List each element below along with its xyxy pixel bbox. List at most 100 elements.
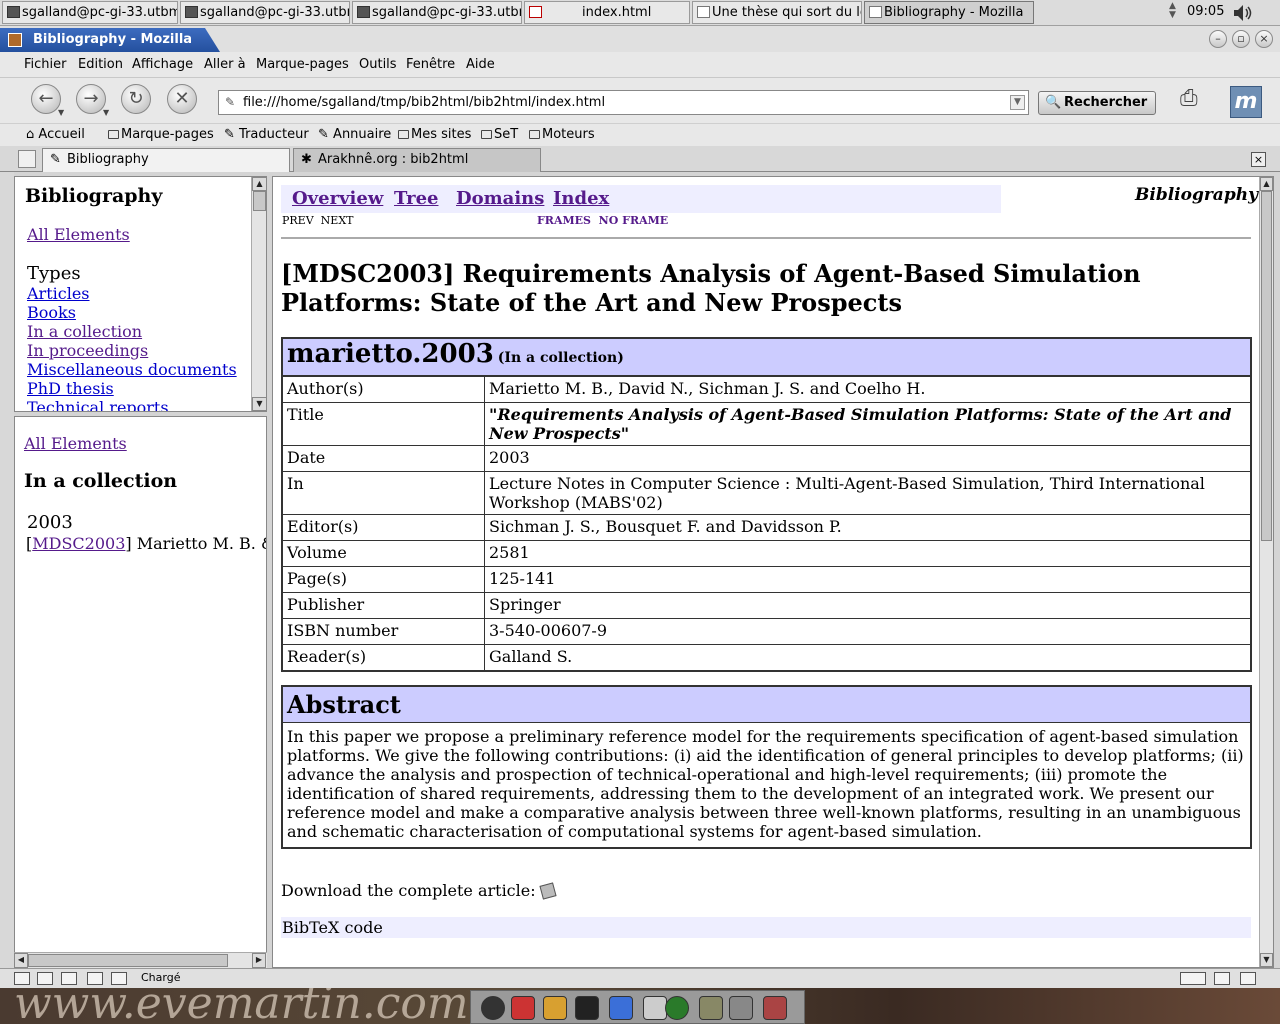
nav-tree[interactable]: Tree <box>394 188 438 209</box>
type-link-phd[interactable]: PhD thesis <box>27 379 114 398</box>
tab-arakhne[interactable]: ✱ Arakhnê.org : bib2html <box>293 148 541 172</box>
nav-domains[interactable]: Domains <box>456 188 544 209</box>
prev-next: PREV NEXT <box>282 214 354 227</box>
window-titlebar[interactable]: Bibliography - Mozilla – ▫ × <box>0 26 1280 52</box>
type-link-in-proceedings[interactable]: In proceedings <box>27 341 148 360</box>
entry-link[interactable]: MDSC2003 <box>32 534 125 553</box>
composer-icon[interactable] <box>61 972 77 985</box>
task-these[interactable]: Une thèse qui sort du lo <box>692 1 862 24</box>
content-scrollbar[interactable]: ▲ ▼ <box>1259 177 1273 967</box>
close-window-button[interactable]: × <box>1255 30 1273 48</box>
forward-dropdown-icon[interactable]: ▼ <box>103 108 112 117</box>
bookmark-set[interactable]: SeT <box>481 127 518 142</box>
type-link-books[interactable]: Books <box>27 303 76 322</box>
category-heading: In a collection <box>24 470 178 492</box>
scroll-thumb[interactable] <box>1261 191 1272 541</box>
mail-icon[interactable] <box>37 972 53 985</box>
url-text: file:///home/sgalland/tmp/bib2html/bib2h… <box>243 95 606 110</box>
globe-icon[interactable] <box>665 996 689 1020</box>
scroll-down-icon[interactable]: ▼ <box>1260 953 1273 967</box>
url-field[interactable]: ✎ file:///home/sgalland/tmp/bib2html/bib… <box>218 90 1029 115</box>
scroll-right-icon[interactable]: ▶ <box>252 953 266 968</box>
type-link-techreports[interactable]: Technical reports <box>27 398 169 411</box>
forward-button[interactable]: → <box>76 84 106 114</box>
menu-edition[interactable]: Edition <box>78 57 123 72</box>
tab-bibliography[interactable]: ✎ Bibliography <box>42 148 290 172</box>
bookmark-moteurs[interactable]: Moteurs <box>529 127 595 142</box>
bookmark-annuaire[interactable]: ✎ Annuaire <box>318 127 391 142</box>
editor-icon <box>529 6 542 18</box>
workspace-icon[interactable] <box>643 996 667 1020</box>
mozilla-throbber-icon[interactable]: m <box>1230 86 1262 118</box>
scroll-thumb[interactable] <box>28 954 228 967</box>
gnome-foot-icon[interactable] <box>481 996 505 1020</box>
scroll-up-icon[interactable]: ▲ <box>1260 177 1273 191</box>
volume-icon[interactable] <box>1232 3 1254 23</box>
new-tab-icon[interactable] <box>18 150 36 168</box>
task-index-html[interactable]: index.html <box>524 1 690 24</box>
close-tab-icon[interactable]: × <box>1251 152 1266 167</box>
popup-icon[interactable] <box>1214 972 1230 985</box>
terminal-icon[interactable] <box>575 996 599 1020</box>
all-elements-link[interactable]: All Elements <box>24 434 127 453</box>
scroll-thumb[interactable] <box>253 191 266 211</box>
type-link-articles[interactable]: Articles <box>27 284 90 303</box>
type-link-misc[interactable]: Miscellaneous documents <box>27 360 237 379</box>
nav-overview[interactable]: Overview <box>292 188 383 209</box>
logout-icon[interactable] <box>511 996 535 1020</box>
scroll-up-icon[interactable]: ▲ <box>252 177 266 191</box>
lock-icon[interactable] <box>543 996 567 1020</box>
menu-fenetre[interactable]: Fenêtre <box>406 57 455 72</box>
bookmark-icon: ✎ <box>224 127 235 142</box>
row-label: Publisher <box>283 593 485 618</box>
taskbar-arrows-icon[interactable]: ▲ ▼ <box>1169 2 1179 22</box>
screenshot-icon[interactable] <box>763 996 787 1020</box>
address-book-icon[interactable] <box>87 972 103 985</box>
menu-bar: Fichier Edition Affichage Aller à Marque… <box>0 52 1280 77</box>
minimize-button[interactable]: – <box>1209 30 1227 48</box>
mozilla-status-icon[interactable] <box>14 972 30 985</box>
print-icon[interactable]: ⎙ <box>1180 86 1210 114</box>
task-terminal-1[interactable]: sgalland@pc-gi-33.utbm <box>2 1 178 24</box>
maximize-button[interactable]: ▫ <box>1232 30 1250 48</box>
folder-icon <box>481 130 492 139</box>
types-frame-scrollbar[interactable]: ▲ ▼ <box>251 177 266 411</box>
menu-affichage[interactable]: Affichage <box>132 57 193 72</box>
tools-icon[interactable] <box>729 996 753 1020</box>
menu-aide[interactable]: Aide <box>466 57 495 72</box>
nav-index[interactable]: Index <box>553 188 609 209</box>
task-terminal-3[interactable]: sgalland@pc-gi-33.utbm <box>352 1 522 24</box>
workspace-switcher-icon[interactable] <box>609 996 633 1020</box>
scroll-left-icon[interactable]: ◀ <box>14 953 28 968</box>
url-history-dropdown-icon[interactable]: ▼ <box>1010 95 1025 110</box>
row-value: Lecture Notes in Computer Science : Mult… <box>489 474 1205 512</box>
bookmark-mes-sites[interactable]: Mes sites <box>398 127 471 142</box>
entries-horizontal-scrollbar[interactable]: ◀ ▶ <box>14 952 267 968</box>
menu-marque-pages[interactable]: Marque-pages <box>256 57 349 72</box>
menu-outils[interactable]: Outils <box>359 57 397 72</box>
scroll-down-icon[interactable]: ▼ <box>252 397 266 411</box>
menu-aller-a[interactable]: Aller à <box>204 57 246 72</box>
all-elements-link[interactable]: All Elements <box>27 225 130 244</box>
pdf-download-icon[interactable] <box>539 882 557 900</box>
bookmark-accueil[interactable]: ⌂ Accueil <box>26 127 85 142</box>
bookmark-marque-pages[interactable]: Marque-pages <box>108 127 214 142</box>
editor-pen-icon[interactable] <box>699 996 723 1020</box>
menu-fichier[interactable]: Fichier <box>24 57 67 72</box>
type-link-in-collection[interactable]: In a collection <box>27 322 142 341</box>
terminal-icon <box>185 6 198 18</box>
window-title-tab[interactable]: Bibliography - Mozilla <box>0 28 220 52</box>
task-terminal-2[interactable]: sgalland@pc-gi-33.utbm <box>180 1 350 24</box>
content-frame: Overview Tree Domains Index PREV NEXT FR… <box>272 176 1274 968</box>
bookmark-traducteur[interactable]: ✎ Traducteur <box>224 127 309 142</box>
stop-button[interactable]: ✕ <box>167 84 197 114</box>
back-dropdown-icon[interactable]: ▼ <box>58 108 67 117</box>
back-button[interactable]: ← <box>31 84 61 114</box>
task-mozilla[interactable]: Bibliography - Mozilla <box>864 1 1034 24</box>
no-frame-link[interactable]: NO FRAME <box>599 214 669 227</box>
chat-icon[interactable] <box>111 972 127 985</box>
frames-link[interactable]: FRAMES <box>537 214 591 227</box>
reload-button[interactable]: ↻ <box>121 84 151 114</box>
search-button[interactable]: 🔍 Rechercher <box>1038 91 1156 115</box>
folder-icon <box>529 130 540 139</box>
